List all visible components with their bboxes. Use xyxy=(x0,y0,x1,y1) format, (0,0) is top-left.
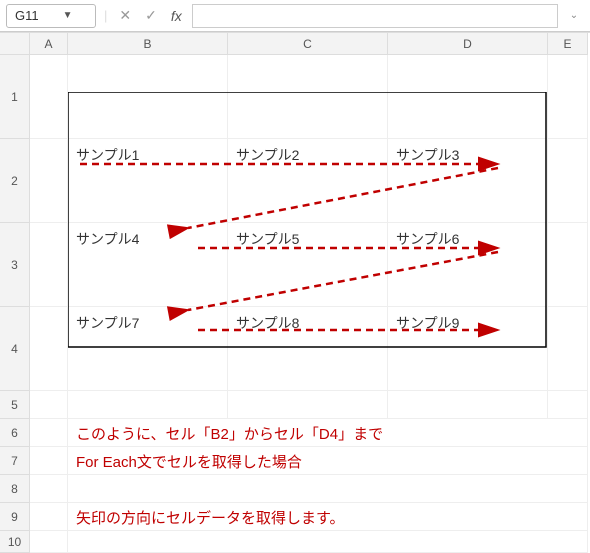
cell-A7[interactable] xyxy=(30,447,68,475)
name-box[interactable]: G11 ▼ xyxy=(6,4,96,28)
cell-B4[interactable]: サンプル7 xyxy=(68,307,228,391)
name-box-value: G11 xyxy=(15,8,39,23)
enter-icon[interactable]: ✓ xyxy=(141,7,161,24)
row-header-1[interactable]: 1 xyxy=(0,55,30,139)
cell-value: サンプル1 xyxy=(76,147,139,163)
spreadsheet-grid[interactable]: A B C D E 1 2 サンプル1 サンプル2 サンプル3 3 サンプル4 … xyxy=(0,32,590,553)
select-all-corner[interactable] xyxy=(0,33,30,55)
cell-A5[interactable] xyxy=(30,391,68,419)
cell-A10[interactable] xyxy=(30,531,68,553)
cell-C4[interactable]: サンプル8 xyxy=(228,307,388,391)
divider: | xyxy=(104,8,107,23)
row-header-4[interactable]: 4 xyxy=(0,307,30,391)
col-header-E[interactable]: E xyxy=(548,33,588,55)
row-header-6[interactable]: 6 xyxy=(0,419,30,447)
formula-input[interactable] xyxy=(192,4,558,28)
cell-E1[interactable] xyxy=(548,55,588,139)
cell-E2[interactable] xyxy=(548,139,588,223)
cell-A6[interactable] xyxy=(30,419,68,447)
cell-value: サンプル9 xyxy=(396,315,459,331)
cell-A2[interactable] xyxy=(30,139,68,223)
cell-D4[interactable]: サンプル9 xyxy=(388,307,548,391)
cell-D5[interactable] xyxy=(388,391,548,419)
cell-A4[interactable] xyxy=(30,307,68,391)
cell-D3[interactable]: サンプル6 xyxy=(388,223,548,307)
row-header-2[interactable]: 2 xyxy=(0,139,30,223)
cell-value: サンプル2 xyxy=(236,147,299,163)
cell-D2[interactable]: サンプル3 xyxy=(388,139,548,223)
cell-E3[interactable] xyxy=(548,223,588,307)
formula-bar-area: G11 ▼ | ✕ ✓ fx ⌄ xyxy=(0,0,590,32)
cell-value: サンプル4 xyxy=(76,231,139,247)
cell-A1[interactable] xyxy=(30,55,68,139)
cell-B5[interactable] xyxy=(68,391,228,419)
col-header-D[interactable]: D xyxy=(388,33,548,55)
cell-D1[interactable] xyxy=(388,55,548,139)
chevron-down-icon[interactable]: ▼ xyxy=(63,10,73,21)
expand-formula-bar-icon[interactable]: ⌄ xyxy=(564,10,584,21)
cell-value: サンプル5 xyxy=(236,231,299,247)
row-header-7[interactable]: 7 xyxy=(0,447,30,475)
col-header-A[interactable]: A xyxy=(30,33,68,55)
cell-B3[interactable]: サンプル4 xyxy=(68,223,228,307)
row-header-9[interactable]: 9 xyxy=(0,503,30,531)
cell-C5[interactable] xyxy=(228,391,388,419)
cell-A9[interactable] xyxy=(30,503,68,531)
cell-value: サンプル3 xyxy=(396,147,459,163)
note-line-3[interactable]: 矢印の方向にセルデータを取得します。 xyxy=(68,503,588,531)
row-header-10[interactable]: 10 xyxy=(0,531,30,553)
row-header-5[interactable]: 5 xyxy=(0,391,30,419)
cell-value: サンプル6 xyxy=(396,231,459,247)
cell-B8[interactable] xyxy=(68,475,588,503)
cancel-icon[interactable]: ✕ xyxy=(115,7,135,24)
cell-A3[interactable] xyxy=(30,223,68,307)
cell-value: サンプル7 xyxy=(76,315,139,331)
cell-C1[interactable] xyxy=(228,55,388,139)
row-header-3[interactable]: 3 xyxy=(0,223,30,307)
cell-B1[interactable] xyxy=(68,55,228,139)
cell-value: サンプル8 xyxy=(236,315,299,331)
fx-label[interactable]: fx xyxy=(167,8,186,24)
col-header-C[interactable]: C xyxy=(228,33,388,55)
cell-B2[interactable]: サンプル1 xyxy=(68,139,228,223)
cell-B10[interactable] xyxy=(68,531,588,553)
cell-E5[interactable] xyxy=(548,391,588,419)
cell-E4[interactable] xyxy=(548,307,588,391)
note-line-1[interactable]: このように、セル「B2」からセル「D4」まで xyxy=(68,419,588,447)
cell-C3[interactable]: サンプル5 xyxy=(228,223,388,307)
row-header-8[interactable]: 8 xyxy=(0,475,30,503)
note-line-2[interactable]: For Each文でセルを取得した場合 xyxy=(68,447,588,475)
col-header-B[interactable]: B xyxy=(68,33,228,55)
cell-C2[interactable]: サンプル2 xyxy=(228,139,388,223)
cell-A8[interactable] xyxy=(30,475,68,503)
